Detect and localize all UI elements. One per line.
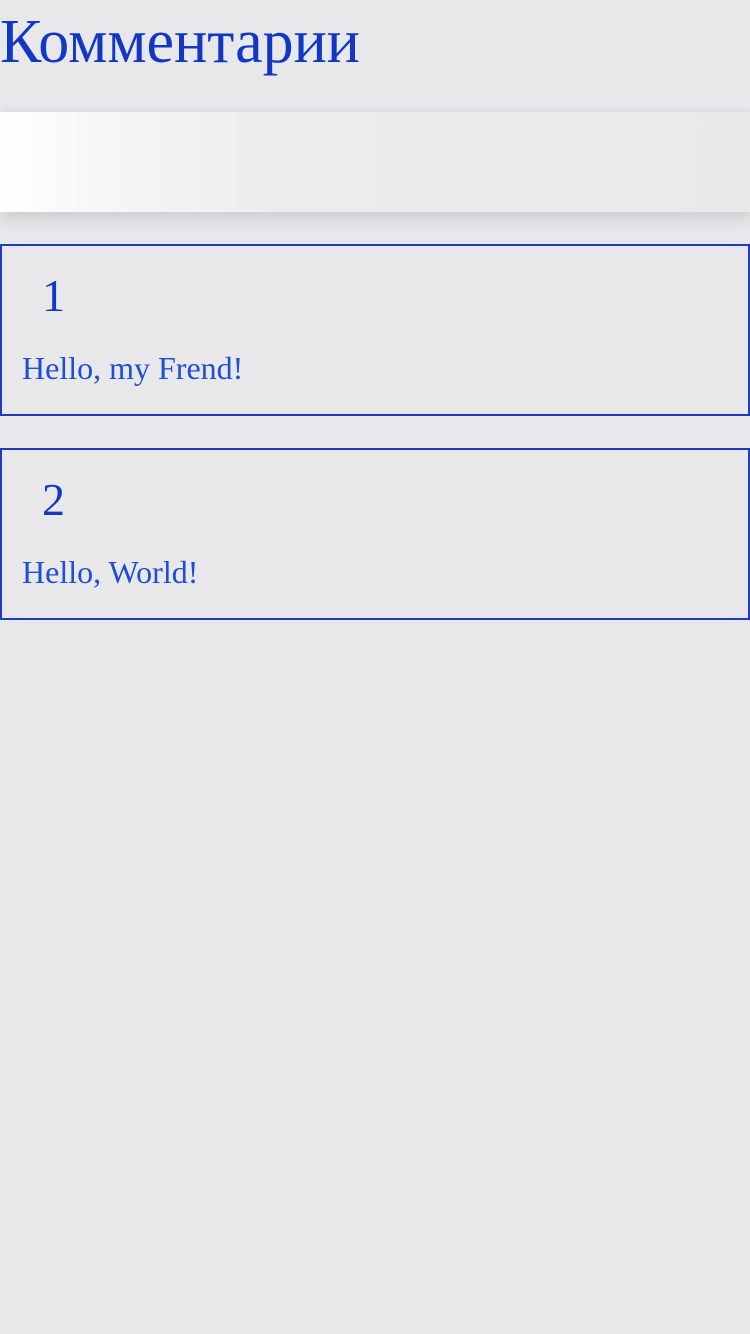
comment-card: 1 Hello, my Frend! [0, 244, 750, 416]
comment-input[interactable] [0, 112, 750, 212]
comment-input-bar [0, 112, 750, 212]
page-title: Комментарии [0, 8, 360, 76]
comment-list: 1 Hello, my Frend! 2 Hello, World! [0, 244, 750, 652]
comment-text: Hello, World! [22, 554, 199, 590]
comment-text: Hello, my Frend! [22, 350, 244, 386]
comment-card: 2 Hello, World! [0, 448, 750, 620]
comment-id: 2 [42, 474, 65, 525]
comment-id: 1 [42, 270, 65, 321]
